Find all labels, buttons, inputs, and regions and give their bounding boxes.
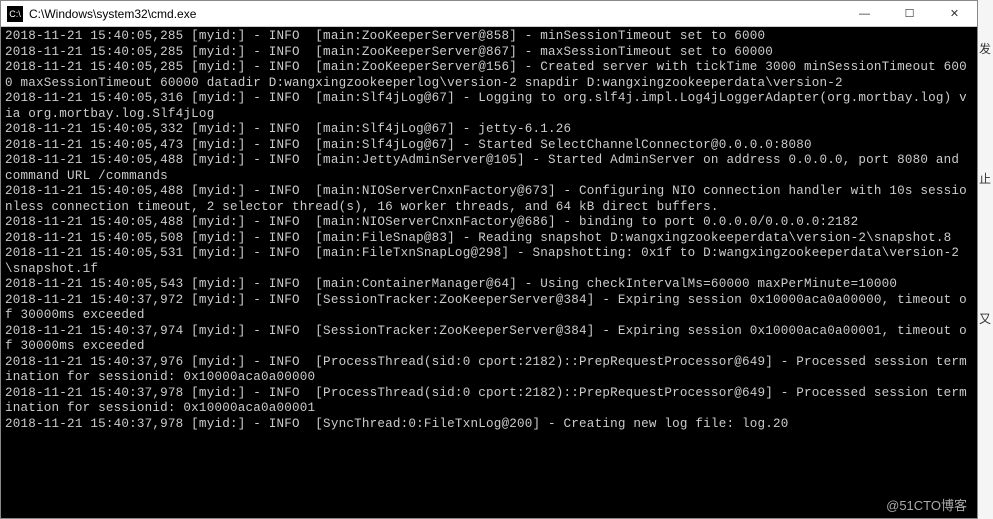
log-line: 2018-11-21 15:40:05,488 [myid:] - INFO […: [5, 184, 973, 215]
minimize-button[interactable]: —: [842, 1, 887, 26]
log-line: 2018-11-21 15:40:05,332 [myid:] - INFO […: [5, 122, 973, 138]
close-button[interactable]: ✕: [932, 1, 977, 26]
log-line: 2018-11-21 15:40:05,473 [myid:] - INFO […: [5, 138, 973, 154]
terminal-output[interactable]: 2018-11-21 15:40:05,285 [myid:] - INFO […: [1, 27, 977, 518]
side-char: 止: [979, 170, 991, 187]
watermark-text: @51CTO博客: [886, 495, 967, 514]
cmd-window: C:\ C:\Windows\system32\cmd.exe — ☐ ✕ 20…: [0, 0, 978, 519]
log-line: 2018-11-21 15:40:05,543 [myid:] - INFO […: [5, 277, 973, 293]
log-line: 2018-11-21 15:40:37,976 [myid:] - INFO […: [5, 355, 973, 386]
log-line: 2018-11-21 15:40:05,285 [myid:] - INFO […: [5, 45, 973, 61]
adjacent-window-sliver: 发 止 又: [978, 0, 993, 519]
log-line: 2018-11-21 15:40:37,974 [myid:] - INFO […: [5, 324, 973, 355]
side-char: 又: [979, 310, 991, 327]
cmd-icon: C:\: [7, 6, 23, 22]
maximize-button[interactable]: ☐: [887, 1, 932, 26]
log-line: 2018-11-21 15:40:37,978 [myid:] - INFO […: [5, 386, 973, 417]
log-line: 2018-11-21 15:40:05,488 [myid:] - INFO […: [5, 153, 973, 184]
log-line: 2018-11-21 15:40:05,316 [myid:] - INFO […: [5, 91, 973, 122]
log-line: 2018-11-21 15:40:05,508 [myid:] - INFO […: [5, 231, 973, 247]
side-char: 发: [979, 40, 991, 57]
window-title: C:\Windows\system32\cmd.exe: [29, 7, 842, 21]
log-line: 2018-11-21 15:40:05,285 [myid:] - INFO […: [5, 60, 973, 91]
log-line: 2018-11-21 15:40:05,531 [myid:] - INFO […: [5, 246, 973, 277]
log-line: 2018-11-21 15:40:05,285 [myid:] - INFO […: [5, 29, 973, 45]
log-line: 2018-11-21 15:40:05,488 [myid:] - INFO […: [5, 215, 973, 231]
log-line: 2018-11-21 15:40:37,972 [myid:] - INFO […: [5, 293, 973, 324]
window-controls: — ☐ ✕: [842, 1, 977, 26]
log-line: 2018-11-21 15:40:37,978 [myid:] - INFO […: [5, 417, 973, 433]
title-bar[interactable]: C:\ C:\Windows\system32\cmd.exe — ☐ ✕: [1, 1, 977, 27]
